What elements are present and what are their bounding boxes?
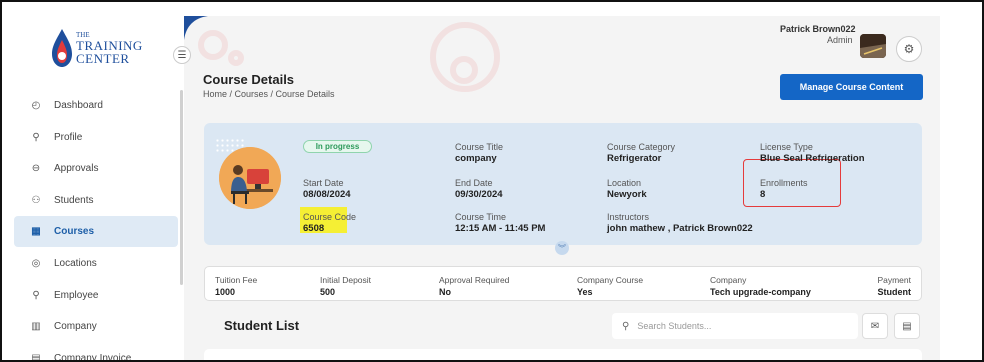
sidebar-item-label: Employee	[54, 289, 99, 301]
search-students-input[interactable]: ⚲ Search Students...	[612, 313, 858, 339]
enrollments-label: Enrollments	[760, 178, 808, 188]
tuition-fee-value: 1000	[215, 287, 236, 297]
course-title-value: company	[455, 153, 497, 164]
start-date-value: 08/08/2024	[303, 189, 351, 200]
sidebar-scrollbar[interactable]	[180, 90, 183, 285]
sidebar-item-students[interactable]: ⚇ Students	[14, 185, 178, 216]
sidebar-item-dashboard[interactable]: ◴ Dashboard	[14, 90, 178, 121]
sidebar: THE TRAINING CENTER ◴ Dashboard ⚲ Profile ⊖ A…	[6, 6, 184, 360]
sidebar-item-label: Locations	[54, 257, 97, 269]
payment-label: Payment	[877, 275, 911, 285]
decorative-ring	[450, 56, 478, 84]
enrollments-value: 8	[760, 189, 766, 200]
user-role: Admin	[827, 35, 853, 45]
company-label: Company	[710, 275, 747, 285]
student-list-title: Student List	[224, 318, 300, 333]
sidebar-item-approvals[interactable]: ⊖ Approvals	[14, 153, 178, 184]
mail-icon: ✉	[870, 320, 880, 332]
dashboard-icon: ◴	[31, 100, 41, 111]
menu-toggle-icon[interactable]: ☰	[173, 46, 191, 64]
sidebar-item-label: Courses	[54, 226, 95, 238]
course-code-label: Course Code	[303, 212, 357, 222]
tuition-fee-label: Tuition Fee	[215, 275, 258, 285]
sidebar-item-employee[interactable]: ⚲ Employee	[14, 280, 178, 311]
sidebar-item-label: Profile	[54, 131, 83, 143]
course-title-label: Course Title	[455, 142, 504, 152]
course-category-value: Refrigerator	[607, 153, 662, 164]
license-type-label: License Type	[760, 142, 813, 152]
end-date-value: 09/30/2024	[455, 189, 503, 200]
end-date-label: End Date	[455, 178, 493, 188]
person-at-computer-icon	[219, 147, 281, 209]
location-icon: ◎	[31, 257, 41, 269]
location-value: Newyork	[607, 189, 647, 200]
manage-course-content-button[interactable]: Manage Course Content	[780, 74, 923, 100]
company-course-label: Company Course	[577, 275, 644, 285]
start-date-label: Start Date	[303, 178, 344, 188]
course-illustration	[219, 147, 281, 209]
sidebar-item-company[interactable]: ▥ Company	[14, 311, 178, 342]
sidebar-item-label: Students	[54, 194, 94, 206]
avatar-image	[860, 34, 886, 58]
corner-accent	[184, 16, 208, 40]
approvals-icon: ⊖	[31, 163, 41, 175]
initial-deposit-value: 500	[320, 287, 336, 297]
course-category-label: Course Category	[607, 142, 676, 152]
main-content: Patrick Brown022 Admin ⚙ Course Details …	[184, 16, 940, 360]
email-button[interactable]: ✉	[862, 313, 888, 339]
sidebar-item-label: Dashboard	[54, 100, 103, 111]
company-course-value: Yes	[577, 287, 593, 297]
brand-line3: CENTER	[76, 51, 130, 66]
brand-wordmark: THE TRAINING CENTER	[76, 32, 143, 66]
license-type-value: Blue Seal Refrigeration	[760, 153, 865, 164]
company-value: Tech upgrade-company	[710, 287, 811, 297]
employee-icon: ⚲	[32, 289, 40, 301]
sidebar-item-label: Company Invoice	[54, 352, 132, 362]
sidebar-item-label: Approvals	[54, 163, 99, 175]
approval-required-label: Approval Required	[439, 275, 510, 285]
status-badge: In progress	[303, 140, 372, 153]
breadcrumb[interactable]: Home / Courses / Course Details	[203, 89, 335, 99]
initial-deposit-label: Initial Deposit	[320, 275, 372, 285]
document-icon: ▤	[902, 320, 912, 332]
students-icon: ⚇	[31, 194, 41, 206]
invoice-icon: ▤	[31, 352, 41, 362]
user-icon: ⚲	[32, 131, 40, 143]
search-placeholder: Search Students...	[637, 321, 712, 331]
logo-flame-icon	[52, 29, 72, 67]
instructors-label: Instructors	[607, 212, 650, 222]
sidebar-nav: ◴ Dashboard ⚲ Profile ⊖ Approvals ⚇ Students ▦ Co…	[14, 90, 178, 362]
sidebar-item-courses[interactable]: ▦ Courses	[14, 216, 178, 248]
course-time-label: Course Time	[455, 212, 507, 222]
expand-chevron-icon[interactable]: ︾	[555, 241, 569, 255]
course-info-card: In progress Start Date 08/08/2024 Course…	[204, 123, 922, 255]
search-icon: ⚲	[622, 320, 630, 332]
sidebar-item-label: Company	[54, 321, 97, 333]
courses-icon: ▦	[31, 226, 41, 238]
fee-summary-bar: Tuition Fee 1000 Initial Deposit 500 App…	[204, 266, 922, 301]
approval-required-value: No	[439, 287, 451, 297]
sidebar-item-locations[interactable]: ◎ Locations	[14, 248, 178, 279]
page-title: Course Details	[203, 72, 295, 87]
sidebar-item-profile[interactable]: ⚲ Profile	[14, 122, 178, 153]
course-time-value: 12:15 AM - 11:45 PM	[455, 223, 546, 234]
payment-value: Student	[877, 287, 912, 297]
student-table	[204, 349, 922, 360]
app-window: THE TRAINING CENTER ◴ Dashboard ⚲ Profile ⊖ A…	[0, 0, 984, 362]
location-label: Location	[607, 178, 642, 188]
avatar[interactable]	[860, 34, 886, 58]
user-name[interactable]: Patrick Brown022	[780, 24, 856, 34]
instructors-value: john mathew , Patrick Brown022	[607, 223, 753, 234]
decorative-ring	[228, 50, 244, 66]
brand-logo[interactable]: THE TRAINING CENTER	[50, 28, 150, 68]
export-button[interactable]: ▤	[894, 313, 920, 339]
company-icon: ▥	[31, 321, 41, 333]
settings-gear-icon[interactable]: ⚙	[896, 36, 922, 62]
course-code-value: 6508	[303, 223, 325, 234]
sidebar-item-company-invoice[interactable]: ▤ Company Invoice	[14, 343, 178, 362]
